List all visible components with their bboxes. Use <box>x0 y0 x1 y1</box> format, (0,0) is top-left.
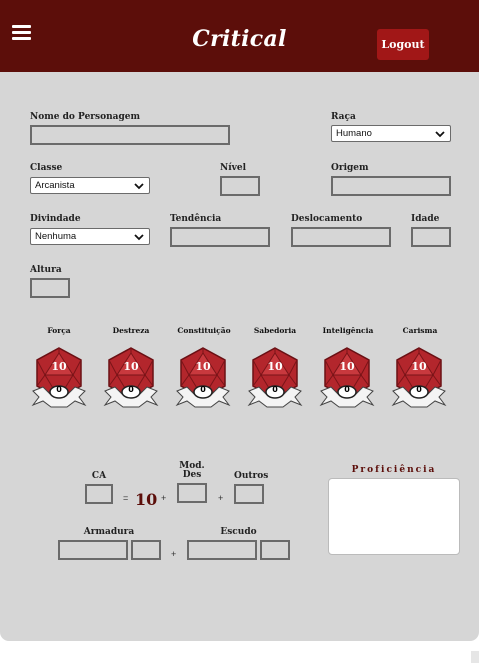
attr-value-forca: 10 <box>51 360 67 373</box>
deslocamento-label: Deslocamento <box>291 214 363 224</box>
divindade-select-value: Nenhuma <box>35 231 77 242</box>
attr-mod-inteligencia: 0 <box>344 385 350 394</box>
attr-label-carisma: Carisma <box>402 326 438 335</box>
mod-des-label-line2: Des <box>182 470 202 480</box>
nivel-label: Nível <box>220 163 247 173</box>
raca-select-value: Humano <box>336 128 372 139</box>
origem-input[interactable] <box>331 176 451 196</box>
attr-die-forca[interactable]: 10 0 <box>31 347 87 413</box>
plus-sign: + <box>171 549 177 559</box>
attr-value-inteligencia: 10 <box>339 360 355 373</box>
origem-label: Origem <box>331 163 369 173</box>
altura-label: Altura <box>30 265 62 275</box>
attr-label-sabedoria: Sabedoria <box>253 326 297 335</box>
app-header: Critical Logout <box>0 0 479 72</box>
divindade-label: Divindade <box>30 214 81 224</box>
divindade-select[interactable]: Nenhuma <box>30 228 150 245</box>
chevron-down-icon <box>134 234 144 241</box>
chevron-down-icon <box>435 131 445 138</box>
nome-input[interactable] <box>30 125 230 145</box>
mod-des-label: Mod. Des <box>177 462 207 480</box>
idade-input[interactable] <box>411 227 451 247</box>
ca-input[interactable] <box>85 484 113 504</box>
tendencia-input[interactable] <box>170 227 270 247</box>
attr-die-inteligencia[interactable]: 10 0 <box>319 347 375 413</box>
outros-label: Outros <box>234 471 269 481</box>
attr-value-constituicao: 10 <box>195 360 211 373</box>
logout-button[interactable]: Logout <box>377 29 429 60</box>
attr-value-carisma: 10 <box>411 360 427 373</box>
classe-select[interactable]: Arcanista <box>30 177 150 194</box>
attr-label-forca: Força <box>47 326 71 335</box>
ca-value: 10 <box>135 490 158 509</box>
nome-label: Nome do Personagem <box>30 112 141 122</box>
equals-sign: = <box>123 493 129 503</box>
character-sheet-card: Critical Logout Nome do Personagem Raça … <box>0 0 479 641</box>
attr-die-destreza[interactable]: 10 0 <box>103 347 159 413</box>
chevron-down-icon <box>134 183 144 190</box>
attr-mod-constituicao: 0 <box>200 385 206 394</box>
d20-icon <box>176 347 230 408</box>
plus-sign: + <box>161 493 167 503</box>
attr-die-sabedoria[interactable]: 10 0 <box>247 347 303 413</box>
d20-icon <box>392 347 446 408</box>
deslocamento-input[interactable] <box>291 227 391 247</box>
plus-sign: + <box>218 493 224 503</box>
attr-die-carisma[interactable]: 10 0 <box>391 347 447 413</box>
d20-icon <box>32 347 86 408</box>
classe-select-value: Arcanista <box>35 180 75 191</box>
d20-icon <box>320 347 374 408</box>
escudo-label: Escudo <box>220 527 257 537</box>
proficiencia-label: Proficiência <box>351 465 437 475</box>
altura-input[interactable] <box>30 278 70 298</box>
attr-value-sabedoria: 10 <box>267 360 283 373</box>
attr-label-destreza: Destreza <box>112 326 150 335</box>
d20-icon <box>104 347 158 408</box>
attr-mod-forca: 0 <box>56 385 62 394</box>
ca-label: CA <box>91 471 107 481</box>
attr-label-inteligencia: Inteligência <box>322 326 374 335</box>
attr-mod-carisma: 0 <box>416 385 422 394</box>
d20-icon <box>248 347 302 408</box>
mod-des-input[interactable] <box>177 483 207 503</box>
armadura-label: Armadura <box>83 527 135 537</box>
outros-input[interactable] <box>234 484 264 504</box>
attr-mod-destreza: 0 <box>128 385 134 394</box>
attr-die-constituicao[interactable]: 10 0 <box>175 347 231 413</box>
armadura-bonus-input[interactable] <box>131 540 161 560</box>
classe-label: Classe <box>30 163 63 173</box>
raca-select[interactable]: Humano <box>331 125 451 142</box>
scroll-corner <box>471 651 479 663</box>
tendencia-label: Tendência <box>170 214 222 224</box>
nivel-input[interactable] <box>220 176 260 196</box>
raca-label: Raça <box>331 112 356 122</box>
idade-label: Idade <box>411 214 440 224</box>
attr-mod-sabedoria: 0 <box>272 385 278 394</box>
attr-label-constituicao: Constituição <box>177 326 231 335</box>
escudo-input[interactable] <box>187 540 257 560</box>
armadura-input[interactable] <box>58 540 128 560</box>
proficiencia-textarea[interactable] <box>328 478 460 555</box>
attr-value-destreza: 10 <box>123 360 139 373</box>
escudo-bonus-input[interactable] <box>260 540 290 560</box>
